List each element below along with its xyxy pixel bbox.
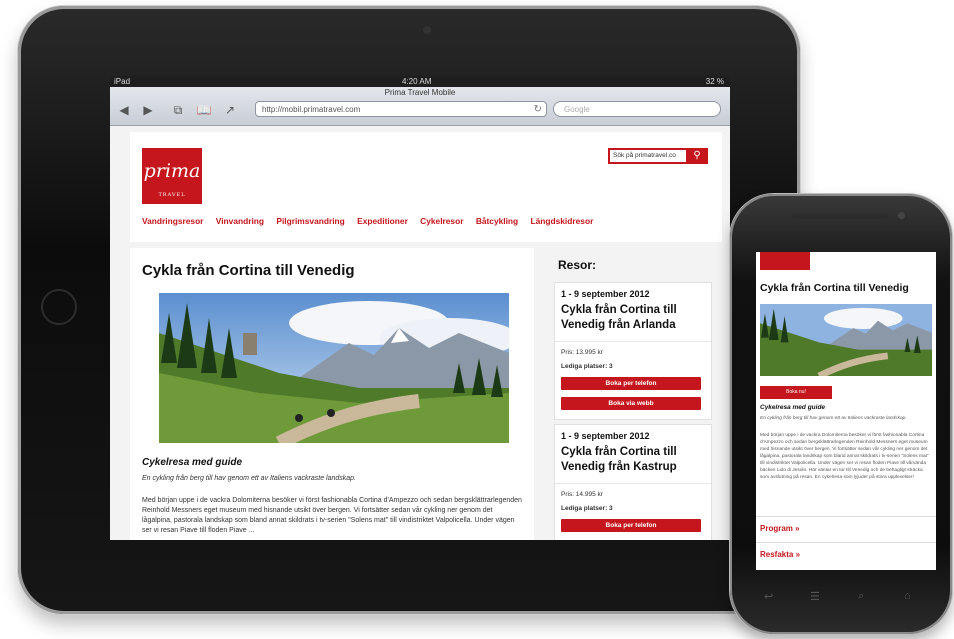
book-phone-button[interactable]: Boka per telefon xyxy=(561,377,701,390)
nav-item-cykelresor[interactable]: Cykelresor xyxy=(420,216,463,226)
forward-icon[interactable]: ▶ xyxy=(140,103,156,117)
article-photo xyxy=(159,293,509,443)
phone-article-photo xyxy=(760,304,932,376)
book-web-button[interactable]: Boka via webb xyxy=(561,397,701,410)
tabs-icon[interactable]: ⧉ xyxy=(170,103,186,118)
home-button[interactable] xyxy=(41,289,77,325)
phone-screen: Cykla från Cortina till Venedig Boka nu!… xyxy=(756,252,936,570)
article-body: Med början uppe i de vackra Dolomiterna … xyxy=(142,497,522,534)
trip-seats: Lediga platser: 3 xyxy=(561,505,613,512)
mountain-photo xyxy=(760,304,932,376)
nav-item-vinvandring[interactable]: Vinvandring xyxy=(216,216,264,226)
carrier-label: iPad xyxy=(114,77,131,86)
nav-item-pilgrimsvandring[interactable]: Pilgrimsvandring xyxy=(276,216,344,226)
back-icon[interactable]: ◀ xyxy=(116,103,132,117)
program-link[interactable]: Program » xyxy=(760,524,800,533)
book-now-button[interactable]: Boka nu! xyxy=(760,386,832,399)
trip-name[interactable]: Cykla från Cortina till Venedig från Arl… xyxy=(561,303,711,333)
nav-item-expeditioner[interactable]: Expeditioner xyxy=(357,216,408,226)
phone-article-lead: En cykling från berg till hav genom ett … xyxy=(760,416,907,421)
divider xyxy=(555,341,711,342)
tablet-screen: iPad 4:20 AM 32 % Prima Travel Mobile ◀ … xyxy=(110,76,730,540)
share-icon[interactable]: ↗ xyxy=(222,103,238,117)
nav-item-batcykling[interactable]: Båtcykling xyxy=(476,216,518,226)
menu-icon[interactable]: ☰ xyxy=(810,590,820,603)
search-icon[interactable]: ⚲ xyxy=(686,148,708,164)
nav-item-vandringsresor[interactable]: Vandringsresor xyxy=(142,216,203,226)
phone-softkeys: ↩ ☰ ⌕ ⌂ xyxy=(764,590,924,604)
trip-card: 1 - 9 september 2012 Cykla från Cortina … xyxy=(554,424,712,540)
site-header: prima TRAVEL Sök på primatravel.co ⚲ Van… xyxy=(130,132,722,242)
url-text: http://mobil.primatravel.com xyxy=(262,105,361,114)
tablet-device: iPad 4:20 AM 32 % Prima Travel Mobile ◀ … xyxy=(18,6,800,614)
mountain-photo xyxy=(159,293,509,443)
clock: 4:20 AM xyxy=(402,77,432,86)
article-title: Cykla från Cortina till Venedig xyxy=(142,262,355,279)
article-lead: En cykling från berg till hav genom ett … xyxy=(142,475,356,482)
logo-text: prima xyxy=(143,160,201,182)
trip-card: 1 - 9 september 2012 Cykla från Cortina … xyxy=(554,282,712,420)
url-field[interactable]: http://mobil.primatravel.com ↻ xyxy=(255,101,547,117)
phone-device: Cykla från Cortina till Venedig Boka nu!… xyxy=(730,194,952,634)
browser-search-field[interactable]: Google xyxy=(553,101,721,117)
reload-icon[interactable]: ↻ xyxy=(534,102,542,118)
divider xyxy=(555,483,711,484)
tablet-camera xyxy=(423,26,431,34)
trip-name[interactable]: Cykla från Cortina till Venedig från Kas… xyxy=(561,445,711,475)
battery-label: 32 % xyxy=(705,77,724,86)
divider xyxy=(756,542,936,543)
search-icon[interactable]: ⌕ xyxy=(858,590,864,603)
book-phone-button[interactable]: Boka per telefon xyxy=(561,519,701,532)
bookmarks-icon[interactable]: 📖 xyxy=(196,103,212,117)
home-icon[interactable]: ⌂ xyxy=(904,590,911,602)
nav-item-langdskidresor[interactable]: Längdskidresor xyxy=(531,216,594,226)
article-subtitle: Cykelresa med guide xyxy=(142,457,243,468)
trip-price: Pris: 13.995 kr xyxy=(561,349,603,356)
phone-article-body: Med början uppe i de vackra Dolomiterna … xyxy=(760,433,929,480)
logo-subtext: TRAVEL xyxy=(158,192,186,198)
main-nav: Vandringsresor Vinvandring Pilgrimsvandr… xyxy=(142,216,603,226)
sidebar-title: Resor: xyxy=(558,258,597,272)
phone-article-title: Cykla från Cortina till Venedig xyxy=(760,282,909,294)
sidebar: Resor: 1 - 9 september 2012 Cykla från C… xyxy=(546,248,722,540)
phone-article-subtitle: Cykelresa med guide xyxy=(760,404,826,411)
phone-speaker xyxy=(792,214,888,219)
trip-date: 1 - 9 september 2012 xyxy=(561,431,650,441)
browser-title: Prima Travel Mobile xyxy=(384,88,456,97)
status-bar: iPad 4:20 AM 32 % xyxy=(110,76,730,87)
browser-toolbar: Prima Travel Mobile ◀ ▶ ⧉ 📖 ↗ http://mob… xyxy=(110,87,730,126)
trip-price: Pris: 14.995 kr xyxy=(561,491,603,498)
divider xyxy=(756,516,936,517)
back-icon[interactable]: ↩ xyxy=(764,590,773,603)
prima-logo[interactable] xyxy=(760,252,810,270)
resfakta-link[interactable]: Resfakta » xyxy=(760,550,800,559)
article: Cykla från Cortina till Venedig Cykelres… xyxy=(130,248,534,540)
prima-logo[interactable]: prima TRAVEL xyxy=(142,148,202,204)
phone-camera xyxy=(898,212,905,219)
trip-seats: Lediga platser: 3 xyxy=(561,363,613,370)
trip-date: 1 - 9 september 2012 xyxy=(561,289,650,299)
